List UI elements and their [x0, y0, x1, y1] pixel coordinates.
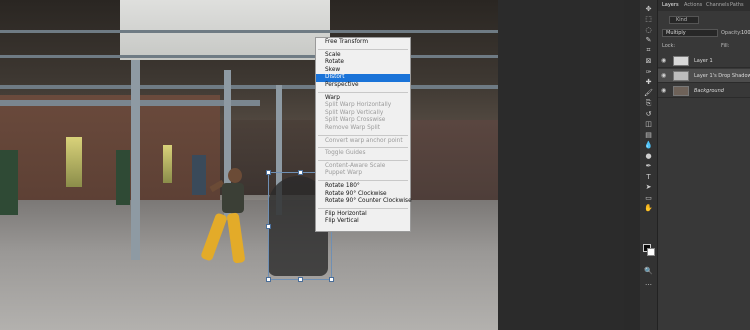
layer-thumbnail: [673, 86, 689, 96]
transform-handle[interactable]: [329, 277, 334, 282]
menu-separator: [318, 91, 408, 93]
marquee-icon[interactable]: ⬚: [643, 15, 654, 24]
eraser-icon[interactable]: ◫: [643, 120, 654, 129]
menu-item-content-aware-scale: Content-Aware Scale: [325, 162, 386, 169]
green-door: [116, 150, 130, 205]
layers-panel: Layers Actions Channels Paths Kind Multiply…: [657, 0, 750, 330]
hand-icon[interactable]: ✋: [643, 204, 654, 213]
steel-beam: [0, 100, 260, 106]
crop-icon[interactable]: ⌗: [643, 46, 654, 55]
fill-label: Fill:: [721, 43, 730, 49]
tab-actions[interactable]: Actions: [684, 2, 702, 8]
menu-separator: [318, 147, 408, 149]
menu-item-distort[interactable]: Distort: [316, 74, 410, 82]
transform-handle[interactable]: [266, 224, 271, 229]
roof-truss: [0, 85, 498, 89]
history-brush-icon[interactable]: ↺: [643, 109, 654, 118]
menu-item-rotate-90-counter-clockwise[interactable]: Rotate 90° Counter Clockwise: [316, 198, 412, 206]
blur-icon[interactable]: 💧: [643, 141, 654, 150]
shape-icon[interactable]: ▭: [643, 193, 654, 202]
roller-skater-figure: [200, 168, 250, 273]
arched-window: [163, 145, 172, 183]
menu-separator: [318, 207, 408, 209]
tools-panel: ✥ ⬚ ◌ ✎ ⌗ ⊠ ✑ ✚ 🖌 ⎘ ↺ ◫ ▤ 💧 ● ✒ T ➤ ▭ ✋ 🔍 …: [640, 0, 657, 330]
lasso-icon[interactable]: ◌: [643, 25, 654, 34]
menu-item-skew[interactable]: Skew: [316, 67, 410, 75]
layer-thumbnail: [673, 71, 689, 81]
layer-row[interactable]: ◉ Layer 1's Drop Shadow: [658, 69, 750, 83]
pen-icon[interactable]: ✒: [643, 162, 654, 171]
menu-item-scale[interactable]: Scale: [316, 52, 410, 60]
menu-item-convert-warp-anchor-point: Convert warp anchor point: [325, 137, 403, 144]
roof-truss: [0, 55, 498, 58]
menu-separator: [318, 159, 408, 161]
eyedropper-icon[interactable]: ✑: [643, 67, 654, 76]
menu-item-remove-warp-split: Remove Warp Split: [325, 124, 381, 131]
green-door: [0, 150, 18, 215]
blend-mode-value: Multiply: [666, 30, 686, 36]
opacity-field[interactable]: 100: [741, 30, 750, 36]
tab-layers[interactable]: Layers: [662, 2, 679, 8]
layer-kind-filter[interactable]: Kind: [669, 16, 699, 24]
menu-separator: [318, 179, 408, 181]
visibility-eye-icon[interactable]: ◉: [661, 57, 666, 64]
layer-name: Layer 1: [694, 58, 713, 64]
zoom-icon[interactable]: 🔍: [643, 266, 654, 275]
opacity-label: Opacity:: [721, 30, 742, 36]
type-icon[interactable]: T: [643, 172, 654, 181]
frame-icon[interactable]: ⊠: [643, 57, 654, 66]
menu-item-warp[interactable]: Warp: [316, 95, 410, 103]
transform-context-menu: Free Transform Scale Rotate Skew Distort Pers…: [315, 37, 412, 232]
transform-handle[interactable]: [266, 170, 271, 175]
menu-item-toggle-guides: Toggle Guides: [325, 150, 366, 157]
menu-item-free-transform[interactable]: Free Transform: [316, 39, 410, 47]
panel-tabs: Layers Actions Channels Paths: [658, 0, 750, 11]
menu-item-flip-horizontal[interactable]: Flip Horizontal: [316, 211, 410, 219]
tab-channels[interactable]: Channels: [706, 2, 729, 8]
menu-item-flip-vertical[interactable]: Flip Vertical: [316, 218, 410, 226]
menu-separator: [318, 134, 408, 136]
roof-truss: [0, 30, 498, 33]
menu-item-split-warp-horizontally: Split Warp Horizontally: [325, 102, 392, 109]
layer-thumbnail: [673, 56, 689, 66]
visibility-eye-icon[interactable]: ◉: [661, 72, 666, 79]
background-color-swatch[interactable]: [647, 248, 655, 256]
visibility-eye-icon[interactable]: ◉: [661, 87, 666, 94]
brush-icon[interactable]: 🖌: [643, 88, 654, 97]
layer-row[interactable]: ◉ Background: [658, 84, 750, 98]
layer-row[interactable]: ◉ Layer 1: [658, 54, 750, 68]
menu-item-rotate[interactable]: Rotate: [316, 59, 410, 67]
path-select-icon[interactable]: ➤: [643, 183, 654, 192]
menu-item-rotate-180[interactable]: Rotate 180°: [316, 183, 410, 191]
steel-pillar: [131, 60, 140, 260]
tab-paths[interactable]: Paths: [730, 2, 744, 8]
lock-label: Lock:: [662, 43, 676, 49]
menu-item-perspective[interactable]: Perspective: [316, 82, 410, 90]
workspace-background: [498, 0, 624, 330]
gradient-icon[interactable]: ▤: [643, 130, 654, 139]
transform-handle[interactable]: [266, 277, 271, 282]
move-icon[interactable]: ✥: [643, 4, 654, 13]
quick-select-icon[interactable]: ✎: [643, 36, 654, 45]
layer-name: Layer 1's Drop Shadow: [694, 73, 750, 79]
document-canvas[interactable]: Free Transform Scale Rotate Skew Distort Pers…: [0, 0, 498, 330]
layer-name: Background: [694, 88, 724, 94]
clone-stamp-icon[interactable]: ⎘: [643, 99, 654, 108]
more-icon[interactable]: …: [643, 278, 654, 287]
menu-item-split-warp-vertically: Split Warp Vertically: [325, 109, 384, 116]
menu-separator: [318, 48, 408, 50]
healing-icon[interactable]: ✚: [643, 78, 654, 87]
dodge-icon[interactable]: ●: [643, 151, 654, 160]
arched-window: [66, 137, 82, 187]
menu-item-puppet-warp: Puppet Warp: [325, 170, 363, 177]
transform-handle[interactable]: [298, 170, 303, 175]
menu-item-rotate-90-clockwise[interactable]: Rotate 90° Clockwise: [316, 191, 410, 199]
transform-handle[interactable]: [298, 277, 303, 282]
blend-mode-select[interactable]: Multiply: [662, 29, 718, 37]
kind-filter-label: Kind: [676, 17, 688, 23]
menu-item-split-warp-crosswise: Split Warp Crosswise: [325, 117, 386, 124]
